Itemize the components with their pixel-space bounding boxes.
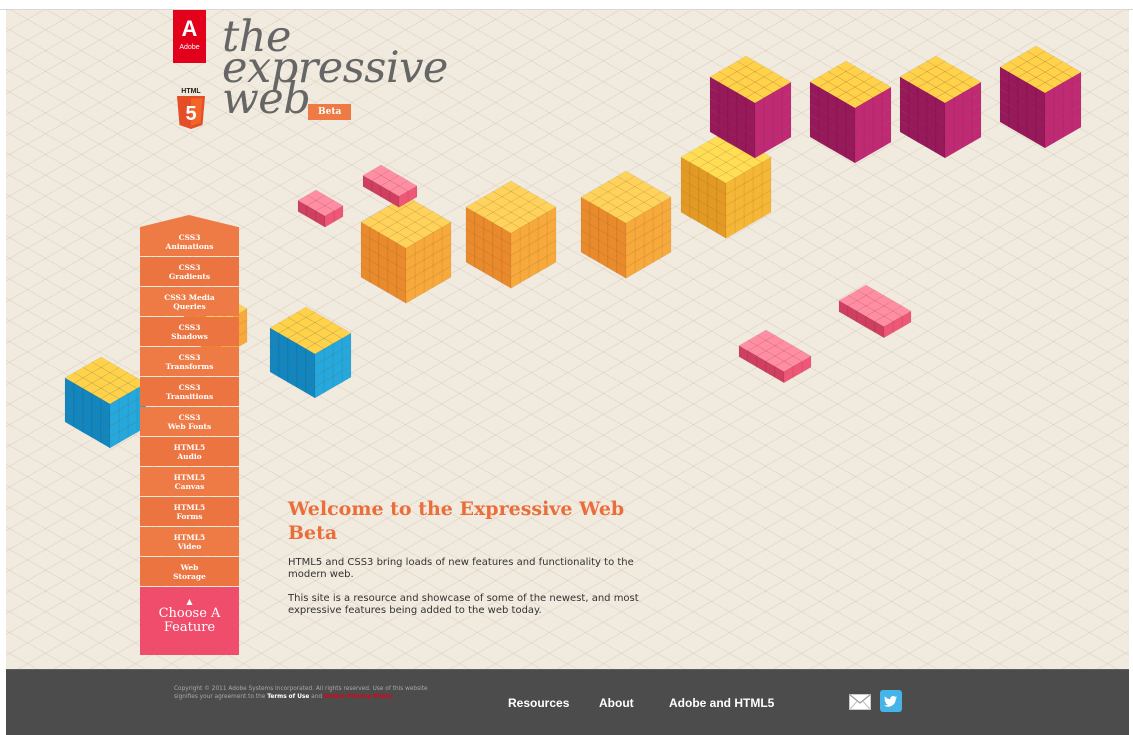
- feature-css3-animations[interactable]: CSS3 Animations: [140, 227, 239, 256]
- caret-up-icon: ▲: [186, 597, 193, 606]
- privacy-policy-link[interactable]: Online Privacy Policy: [324, 694, 393, 700]
- nav-about[interactable]: About: [599, 696, 634, 710]
- welcome-section: Welcome to the Expressive Web Beta HTML5…: [288, 497, 648, 617]
- feature-html5-video[interactable]: HTML5 Video: [140, 527, 239, 556]
- feature-html5-canvas[interactable]: HTML5 Canvas: [140, 467, 239, 496]
- feature-web-storage[interactable]: Web Storage: [140, 557, 239, 586]
- footer: Copyright © 2011 Adobe Systems Incorpora…: [6, 669, 1129, 735]
- feature-css3-web-fonts[interactable]: CSS3 Web Fonts: [140, 407, 239, 436]
- feature-css3-transforms[interactable]: CSS3 Transforms: [140, 347, 239, 376]
- beta-badge: Beta: [308, 104, 352, 120]
- nav-adobe-and-html5[interactable]: Adobe and HTML5: [669, 696, 774, 710]
- feature-html5-forms[interactable]: HTML5 Forms: [140, 497, 239, 526]
- svg-text:5: 5: [185, 103, 196, 125]
- feature-css3-shadows[interactable]: CSS3 Shadows: [140, 317, 239, 346]
- page-frame: A Adobe HTML 5 the expressive web Beta C…: [6, 10, 1129, 735]
- mail-icon[interactable]: [849, 694, 871, 710]
- feature-sidebar: CSS3 Animations CSS3 Gradients CSS3 Medi…: [140, 215, 239, 655]
- nav-resources[interactable]: Resources: [508, 696, 569, 710]
- welcome-paragraph-1: HTML5 and CSS3 bring loads of new featur…: [288, 557, 634, 580]
- choose-feature-label: Choose A Feature: [158, 606, 221, 635]
- sidebar-cap: [140, 215, 238, 227]
- site-title: the expressive web: [222, 16, 448, 121]
- html5-logo: HTML 5: [177, 88, 205, 129]
- terms-of-use-link[interactable]: Terms of Use: [267, 694, 309, 700]
- feature-list: CSS3 Animations CSS3 Gradients CSS3 Medi…: [140, 227, 239, 586]
- feature-css3-transitions[interactable]: CSS3 Transitions: [140, 377, 239, 406]
- svg-text:HTML: HTML: [181, 88, 201, 95]
- copyright-text: Copyright © 2011 Adobe Systems Incorpora…: [174, 686, 428, 700]
- feature-html5-audio[interactable]: HTML5 Audio: [140, 437, 239, 466]
- feature-css3-media-queries[interactable]: CSS3 Media Queries: [140, 287, 239, 316]
- adobe-logo[interactable]: A Adobe: [173, 10, 206, 63]
- twitter-icon[interactable]: [880, 690, 902, 712]
- choose-feature-button[interactable]: ▲ Choose A Feature: [140, 587, 239, 655]
- feature-css3-gradients[interactable]: CSS3 Gradients: [140, 257, 239, 286]
- welcome-paragraph-2: This site is a resource and showcase of …: [288, 593, 639, 616]
- welcome-heading: Welcome to the Expressive Web Beta: [288, 498, 625, 544]
